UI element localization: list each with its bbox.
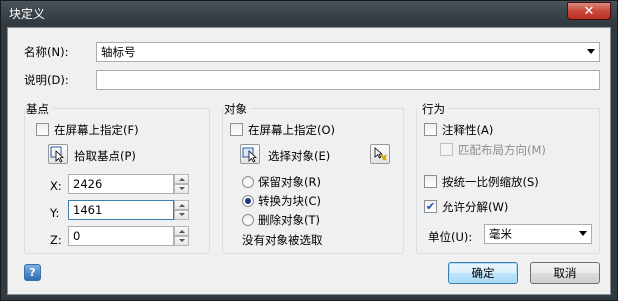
- block-definition-dialog: 块定义 ✕ 名称(N): 轴标号 说明(D): 基点 在屏幕上指定(F) 拾取基…: [0, 0, 618, 301]
- annotative-label: 注释性(A): [442, 123, 494, 137]
- y-spinner[interactable]: [174, 200, 189, 220]
- x-spinner[interactable]: [174, 174, 189, 194]
- unit-value: 毫米: [489, 227, 512, 241]
- select-objects-icon: [242, 147, 257, 163]
- description-input[interactable]: [96, 70, 600, 90]
- help-icon[interactable]: ?: [24, 264, 41, 281]
- description-label: 说明(D):: [24, 73, 69, 87]
- select-objects-button[interactable]: [240, 144, 260, 164]
- convert-to-block-radio[interactable]: [242, 195, 254, 207]
- dialog-title: 块定义: [9, 7, 46, 21]
- retain-objects-radio[interactable]: [242, 176, 254, 188]
- quick-select-icon: [374, 147, 387, 161]
- pick-point-icon: [50, 146, 64, 163]
- basepoint-onscreen-label: 在屏幕上指定(F): [54, 123, 139, 137]
- pick-basepoint-label: 拾取基点(P): [74, 149, 136, 163]
- x-spin-up[interactable]: [174, 174, 189, 184]
- close-button[interactable]: ✕: [567, 2, 611, 20]
- title-bar[interactable]: 块定义 ✕: [1, 1, 617, 25]
- retain-objects-label: 保留对象(R): [258, 175, 321, 189]
- name-label: 名称(N):: [24, 45, 69, 59]
- z-spinner[interactable]: [174, 226, 189, 246]
- dialog-body: 名称(N): 轴标号 说明(D): 基点 在屏幕上指定(F) 拾取基点(P) X…: [7, 27, 611, 295]
- allow-explode-checkbox[interactable]: ✔: [424, 200, 437, 213]
- block-name-combo[interactable]: 轴标号: [96, 42, 600, 62]
- y-label: Y:: [50, 206, 60, 220]
- uniform-scale-checkbox[interactable]: [424, 175, 437, 188]
- match-orientation-label: 匹配布局方向(M): [458, 143, 546, 157]
- delete-objects-label: 删除对象(T): [258, 213, 320, 227]
- ok-button[interactable]: 确定: [448, 262, 518, 284]
- select-objects-label: 选择对象(E): [268, 149, 331, 163]
- z-label: Z:: [50, 233, 62, 247]
- basepoint-onscreen-checkbox[interactable]: [36, 123, 49, 136]
- block-name-value: 轴标号: [101, 45, 136, 59]
- x-spin-down[interactable]: [174, 184, 189, 194]
- x-label: X:: [50, 179, 62, 193]
- selection-status-text: 没有对象被选取: [242, 233, 323, 247]
- chevron-down-icon: [579, 231, 587, 236]
- quick-select-button[interactable]: [370, 144, 390, 164]
- z-spin-down[interactable]: [174, 236, 189, 246]
- cancel-button[interactable]: 取消: [530, 262, 600, 284]
- y-coordinate-input[interactable]: 1461: [68, 200, 174, 220]
- allow-explode-label: 允许分解(W): [442, 200, 509, 214]
- match-orientation-checkbox[interactable]: [440, 143, 453, 156]
- convert-to-block-label: 转换为块(C): [258, 194, 322, 208]
- z-spin-up[interactable]: [174, 226, 189, 236]
- chevron-down-icon: [587, 49, 595, 54]
- unit-combo[interactable]: 毫米: [484, 224, 592, 244]
- y-spin-up[interactable]: [174, 200, 189, 210]
- pick-basepoint-button[interactable]: [48, 144, 68, 164]
- check-icon: ✔: [425, 200, 436, 213]
- y-spin-down[interactable]: [174, 210, 189, 220]
- uniform-scale-label: 按统一比例缩放(S): [442, 175, 539, 189]
- delete-objects-radio[interactable]: [242, 214, 254, 226]
- annotative-checkbox[interactable]: [424, 123, 437, 136]
- objects-onscreen-checkbox[interactable]: [230, 123, 243, 136]
- z-coordinate-input[interactable]: 0: [68, 226, 174, 246]
- objects-onscreen-label: 在屏幕上指定(O): [248, 123, 336, 137]
- x-coordinate-input[interactable]: 2426: [68, 174, 174, 194]
- unit-label: 单位(U):: [428, 230, 473, 244]
